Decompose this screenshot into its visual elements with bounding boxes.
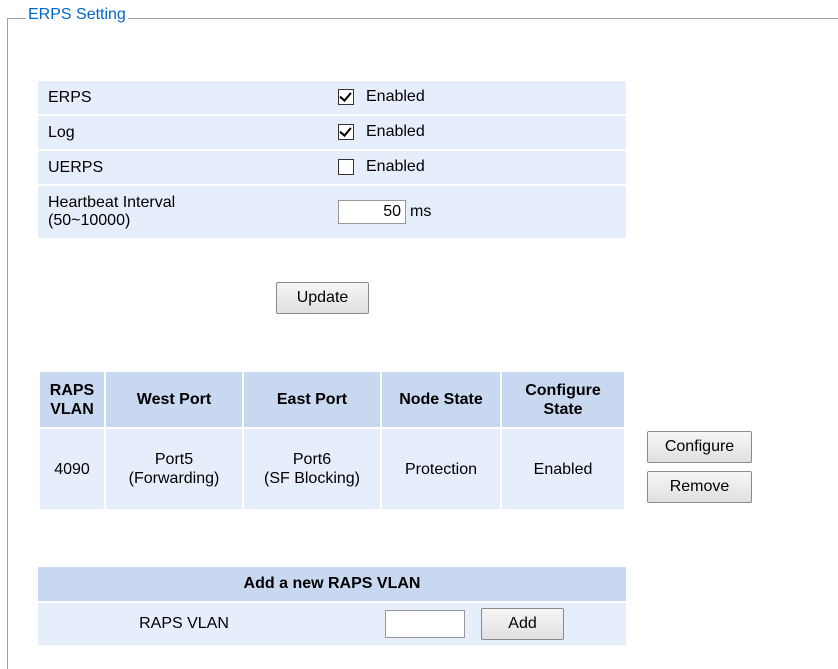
log-enabled-text: Enabled bbox=[366, 123, 425, 141]
log-row: Log Enabled bbox=[38, 116, 626, 149]
erps-enabled-text: Enabled bbox=[366, 88, 425, 106]
table-row: 4090 Port5 (Forwarding) Port6 (SF Blocki… bbox=[40, 429, 624, 509]
uerps-label: UERPS bbox=[38, 151, 318, 184]
uerps-enabled-checkbox[interactable] bbox=[338, 159, 354, 176]
uerps-enabled-text: Enabled bbox=[366, 158, 425, 176]
cell-configure-state: Enabled bbox=[502, 429, 624, 509]
erps-enabled-checkbox[interactable] bbox=[338, 89, 354, 106]
erps-label: ERPS bbox=[38, 81, 318, 114]
remove-button[interactable]: Remove bbox=[647, 471, 752, 503]
uerps-row: UERPS Enabled bbox=[38, 151, 626, 184]
raps-header-row: RAPS VLAN West Port East Port Node State… bbox=[40, 372, 624, 427]
add-raps-vlan-table: Add a new RAPS VLAN RAPS VLAN Add bbox=[38, 565, 626, 647]
heartbeat-interval-input[interactable] bbox=[338, 200, 406, 224]
configure-button[interactable]: Configure bbox=[647, 431, 752, 463]
cell-west-port: Port5 (Forwarding) bbox=[106, 429, 242, 509]
col-east-port: East Port bbox=[244, 372, 380, 427]
col-west-port: West Port bbox=[106, 372, 242, 427]
cell-raps-vlan: 4090 bbox=[40, 429, 104, 509]
raps-vlan-table: RAPS VLAN West Port East Port Node State… bbox=[38, 370, 626, 511]
cell-east-port: Port6 (SF Blocking) bbox=[244, 429, 380, 509]
erps-row: ERPS Enabled bbox=[38, 81, 626, 114]
log-label: Log bbox=[38, 116, 318, 149]
add-button[interactable]: Add bbox=[481, 608, 564, 640]
raps-vlan-label: RAPS VLAN bbox=[38, 603, 330, 645]
heartbeat-row: Heartbeat Interval (50~10000) ms bbox=[38, 186, 626, 238]
cell-node-state: Protection bbox=[382, 429, 500, 509]
erps-settings-table: ERPS Enabled Log Enabled UERPS Enabled H… bbox=[38, 79, 626, 240]
col-raps-vlan: RAPS VLAN bbox=[40, 372, 104, 427]
heartbeat-range: (50~10000) bbox=[48, 212, 131, 229]
add-raps-vlan-title: Add a new RAPS VLAN bbox=[38, 567, 626, 601]
col-configure-state: Configure State bbox=[502, 372, 624, 427]
heartbeat-unit: ms bbox=[410, 203, 432, 220]
update-button[interactable]: Update bbox=[276, 282, 369, 314]
heartbeat-label: Heartbeat Interval bbox=[48, 194, 176, 211]
col-node-state: Node State bbox=[382, 372, 500, 427]
log-enabled-checkbox[interactable] bbox=[338, 124, 354, 141]
erps-setting-legend: ERPS Setting bbox=[26, 6, 128, 24]
raps-vlan-input[interactable] bbox=[385, 610, 465, 638]
